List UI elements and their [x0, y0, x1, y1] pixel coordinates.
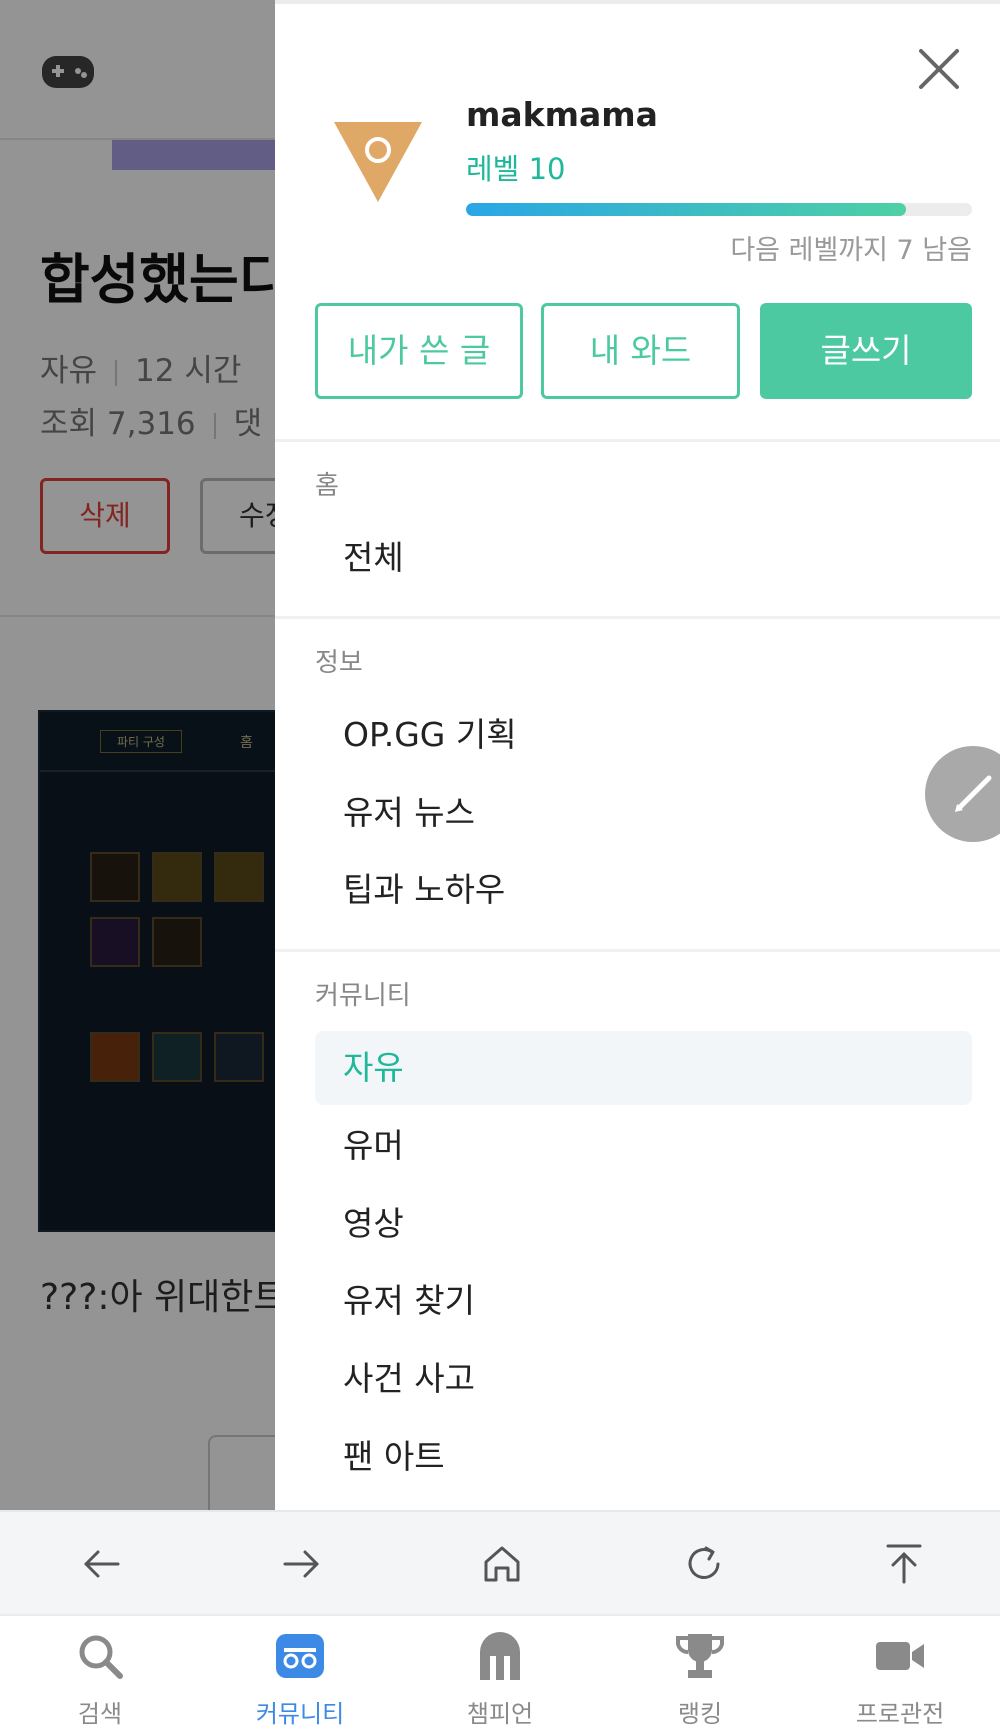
my-posts-button[interactable]: 내가 쓴 글: [315, 303, 523, 399]
write-post-button[interactable]: 글쓰기: [760, 303, 972, 399]
section-divider: [275, 439, 1000, 442]
level-progress-caption: 다음 레벨까지 7 남음: [730, 235, 972, 266]
close-icon[interactable]: [916, 46, 962, 92]
my-wards-button[interactable]: 내 와드: [541, 303, 740, 399]
menu-item-fan-art[interactable]: 팬 아트: [315, 1420, 972, 1494]
video-camera-icon: [876, 1642, 924, 1670]
section-title-home: 홈: [315, 471, 339, 501]
section-title-community: 커뮤니티: [315, 981, 411, 1011]
tab-label: 프로관전: [855, 1700, 945, 1728]
tab-label: 랭킹: [677, 1700, 723, 1728]
tab-ranking[interactable]: 랭킹: [600, 1616, 800, 1732]
tab-pro-matches[interactable]: 프로관전: [800, 1616, 1000, 1732]
menu-item-opgg-plan[interactable]: OP.GG 기획: [315, 698, 972, 772]
side-drawer: makmama 레벨 10 다음 레벨까지 7 남음 내가 쓴 글 내 와드 글…: [275, 0, 1000, 1510]
menu-item-tips[interactable]: 팁과 노하우: [315, 853, 972, 927]
menu-item-free[interactable]: 자유: [315, 1031, 972, 1105]
user-level: 레벨 10: [466, 152, 566, 186]
tab-label: 검색: [77, 1700, 123, 1728]
drawer-top-border: [275, 0, 1000, 4]
tab-label: 챔피언: [466, 1700, 534, 1728]
champion-icon: [480, 1632, 520, 1680]
menu-item-video[interactable]: 영상: [315, 1187, 972, 1261]
tab-label: 커뮤니티: [255, 1700, 345, 1728]
username: makmama: [466, 95, 658, 134]
community-icon: [276, 1634, 324, 1678]
tab-search[interactable]: 검색: [0, 1616, 200, 1732]
section-divider: [275, 616, 1000, 619]
tab-community[interactable]: 커뮤니티: [200, 1616, 400, 1732]
pencil-icon: [955, 775, 992, 812]
bottom-tab-bar: 검색 커뮤니티 챔피언 랭킹 프로관전: [0, 1614, 1000, 1732]
level-progress-bar: [466, 203, 972, 216]
reload-icon[interactable]: [674, 1534, 734, 1594]
search-icon: [79, 1635, 123, 1679]
forward-icon[interactable]: [271, 1534, 331, 1594]
level-progress-fill: [466, 203, 907, 216]
tab-champion[interactable]: 챔피언: [400, 1616, 600, 1732]
section-divider: [275, 949, 1000, 952]
trophy-icon: [676, 1634, 724, 1678]
scroll-top-icon[interactable]: [874, 1534, 934, 1594]
menu-item-user-news[interactable]: 유저 뉴스: [315, 776, 972, 850]
browser-nav-bar: [0, 1510, 1000, 1614]
level-badge-icon: [334, 122, 422, 202]
menu-item-find-user[interactable]: 유저 찾기: [315, 1264, 972, 1338]
drawer-action-buttons: 내가 쓴 글 내 와드 글쓰기: [315, 303, 972, 399]
section-title-info: 정보: [315, 648, 363, 678]
menu-item-all[interactable]: 전체: [315, 521, 972, 595]
home-icon[interactable]: [472, 1534, 532, 1594]
back-icon[interactable]: [72, 1534, 132, 1594]
menu-item-humor[interactable]: 유머: [315, 1109, 972, 1183]
menu-item-incidents[interactable]: 사건 사고: [315, 1342, 972, 1416]
